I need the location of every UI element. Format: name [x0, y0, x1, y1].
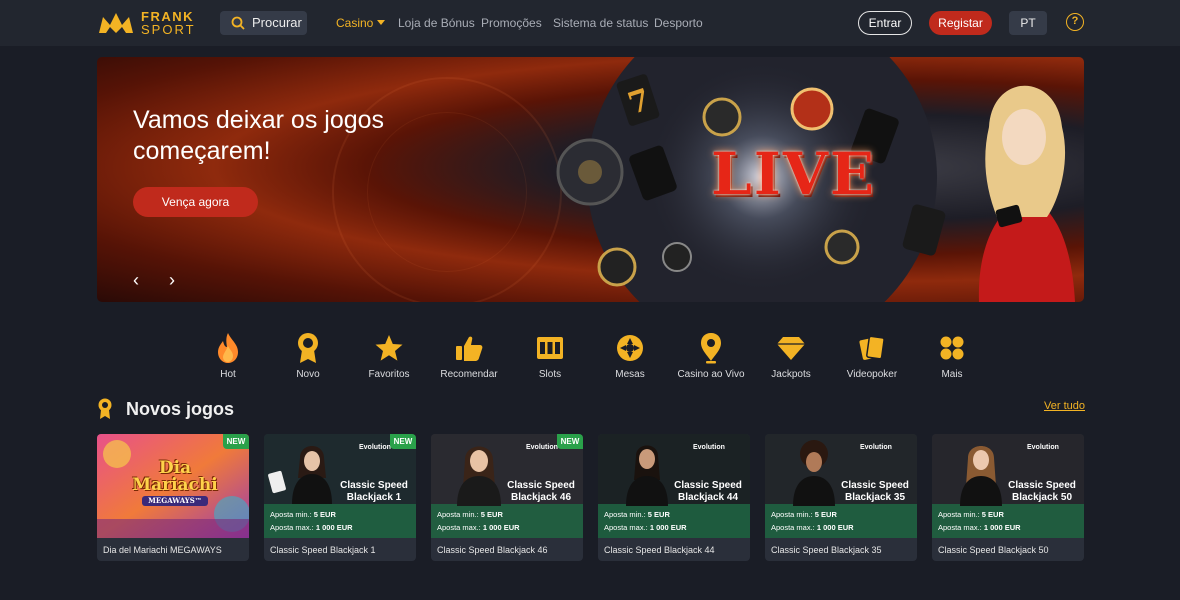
chevron-down-icon	[377, 20, 386, 25]
login-button[interactable]: Entrar	[858, 11, 912, 35]
max-bet: Aposta max.: 1 000 EUR	[437, 523, 520, 532]
language-selector[interactable]: PT	[1009, 11, 1047, 35]
max-bet: Aposta max.: 1 000 EUR	[270, 523, 353, 532]
game-art-title: Dia Mariachi MEGAWAYS™	[127, 460, 223, 506]
category-more[interactable]: Mais	[912, 332, 992, 380]
category-new-label: Novo	[296, 369, 320, 380]
top-header: FRANK SPORT Procurar Casino Loja de Bónu…	[0, 0, 1180, 46]
game-card-caption: Classic Speed Blackjack 1	[270, 545, 376, 555]
search-label: Procurar	[252, 15, 302, 30]
category-live-casino-label: Casino ao Vivo	[677, 369, 745, 380]
min-bet: Aposta min.: 5 EUR	[437, 510, 503, 519]
provider-label: Evolution	[860, 444, 892, 451]
provider-label: Evolution	[526, 444, 558, 451]
game-card-dia-del-mariachi[interactable]: Dia Mariachi MEGAWAYS™ NEW Dia del Maria…	[97, 434, 249, 561]
game-card-title: Classic Speed Blackjack 1	[340, 480, 408, 503]
game-card-caption: Classic Speed Blackjack 44	[604, 545, 715, 555]
crown-logo-icon	[99, 13, 133, 33]
register-button[interactable]: Registar	[929, 11, 992, 35]
game-card-classic-speed-blackjack-50[interactable]: Evolution Classic Speed Blackjack 50 Apo…	[932, 434, 1084, 561]
min-bet: Aposta min.: 5 EUR	[938, 510, 1004, 519]
provider-label: Evolution	[693, 444, 725, 451]
nav-sport[interactable]: Desporto	[654, 16, 703, 30]
category-favorites[interactable]: Favoritos	[349, 332, 429, 380]
game-card-title: Classic Speed Blackjack 35	[841, 480, 909, 503]
banner-prev-arrow[interactable]: ‹	[133, 270, 139, 291]
banner-next-arrow[interactable]: ›	[169, 270, 175, 291]
category-videopoker-label: Videopoker	[846, 369, 898, 380]
provider-label: Evolution	[1027, 444, 1059, 451]
nav-status-system[interactable]: Sistema de status	[553, 16, 648, 30]
live-artwork-text: LIVE	[711, 140, 877, 208]
category-recommend[interactable]: Recomendar	[429, 332, 509, 380]
game-card-classic-speed-blackjack-44[interactable]: Evolution Classic Speed Blackjack 44 Apo…	[598, 434, 750, 561]
game-art-line2: Mariachi	[132, 475, 218, 495]
max-bet: Aposta max.: 1 000 EUR	[938, 523, 1021, 532]
thumbs-up-icon	[456, 336, 483, 361]
game-art-line3: MEGAWAYS™	[142, 496, 208, 506]
category-live-casino[interactable]: Casino ao Vivo	[671, 332, 751, 380]
category-favorites-label: Favoritos	[368, 369, 410, 380]
award-icon	[298, 333, 318, 363]
nav-casino[interactable]: Casino	[336, 16, 386, 30]
min-bet: Aposta min.: 5 EUR	[771, 510, 837, 519]
min-bet: Aposta min.: 5 EUR	[270, 510, 336, 519]
game-card-caption: Dia del Mariachi MEGAWAYS	[103, 545, 222, 555]
game-card-caption: Classic Speed Blackjack 35	[771, 545, 882, 555]
game-card-title: Classic Speed Blackjack 50	[1008, 480, 1076, 503]
category-tables-label: Mesas	[615, 369, 645, 380]
section-title-new-games: Novos jogos	[126, 399, 235, 419]
game-card-caption: Classic Speed Blackjack 50	[938, 545, 1049, 555]
category-hot[interactable]: Hot	[188, 332, 268, 380]
category-tables[interactable]: Mesas	[590, 332, 670, 380]
hero-banner: 7 LIVE Vamos deixar os jogos começarem! …	[97, 57, 1084, 302]
max-bet: Aposta max.: 1 000 EUR	[771, 523, 854, 532]
nav-promotions[interactable]: Promoções	[481, 16, 542, 30]
nav-bonus-shop[interactable]: Loja de Bónus	[398, 16, 475, 30]
game-card-classic-speed-blackjack-35[interactable]: Evolution Classic Speed Blackjack 35 Apo…	[765, 434, 917, 561]
provider-label: Evolution	[359, 444, 391, 451]
category-recommend-label: Recomendar	[440, 369, 498, 380]
game-card-caption: Classic Speed Blackjack 46	[437, 545, 548, 555]
win-now-button[interactable]: Vença agora	[133, 187, 258, 217]
category-new[interactable]: Novo	[268, 332, 348, 380]
max-bet: Aposta max.: 1 000 EUR	[604, 523, 687, 532]
grid-icon	[940, 336, 964, 360]
star-icon	[375, 335, 403, 361]
diamond-icon	[777, 337, 805, 360]
nav-casino-label: Casino	[336, 16, 374, 30]
cards-icon	[859, 335, 885, 360]
min-bet: Aposta min.: 5 EUR	[604, 510, 670, 519]
new-badge: NEW	[557, 434, 583, 449]
game-card-title: Classic Speed Blackjack 46	[507, 480, 575, 503]
new-badge: NEW	[390, 434, 416, 449]
category-videopoker[interactable]: Videopoker	[832, 332, 912, 380]
award-icon	[98, 398, 112, 419]
game-card-classic-speed-blackjack-1[interactable]: Evolution Classic Speed Blackjack 1 Apos…	[264, 434, 416, 561]
slots-icon	[537, 337, 563, 359]
game-card-title: Classic Speed Blackjack 44	[674, 480, 742, 503]
frank-sport-logo[interactable]: FRANK SPORT	[97, 9, 197, 39]
live-pin-icon	[701, 333, 721, 364]
see-all-link[interactable]: Ver tudo	[1044, 400, 1085, 412]
category-jackpots[interactable]: Jackpots	[751, 332, 831, 380]
category-slots[interactable]: Slots	[510, 332, 590, 380]
category-hot-label: Hot	[220, 369, 236, 380]
category-slots-label: Slots	[538, 369, 562, 380]
category-more-label: Mais	[941, 369, 963, 380]
search-button[interactable]: Procurar	[220, 11, 307, 35]
banner-title: Vamos deixar os jogos começarem!	[133, 106, 385, 165]
flame-icon	[218, 333, 238, 363]
game-card-classic-speed-blackjack-46[interactable]: Evolution Classic Speed Blackjack 46 Apo…	[431, 434, 583, 561]
search-icon	[231, 16, 245, 30]
help-icon[interactable]: ?	[1066, 13, 1084, 31]
category-jackpots-label: Jackpots	[771, 369, 811, 380]
new-badge: NEW	[223, 434, 249, 449]
logo-line2: SPORT	[141, 22, 196, 37]
roulette-icon	[617, 335, 643, 361]
